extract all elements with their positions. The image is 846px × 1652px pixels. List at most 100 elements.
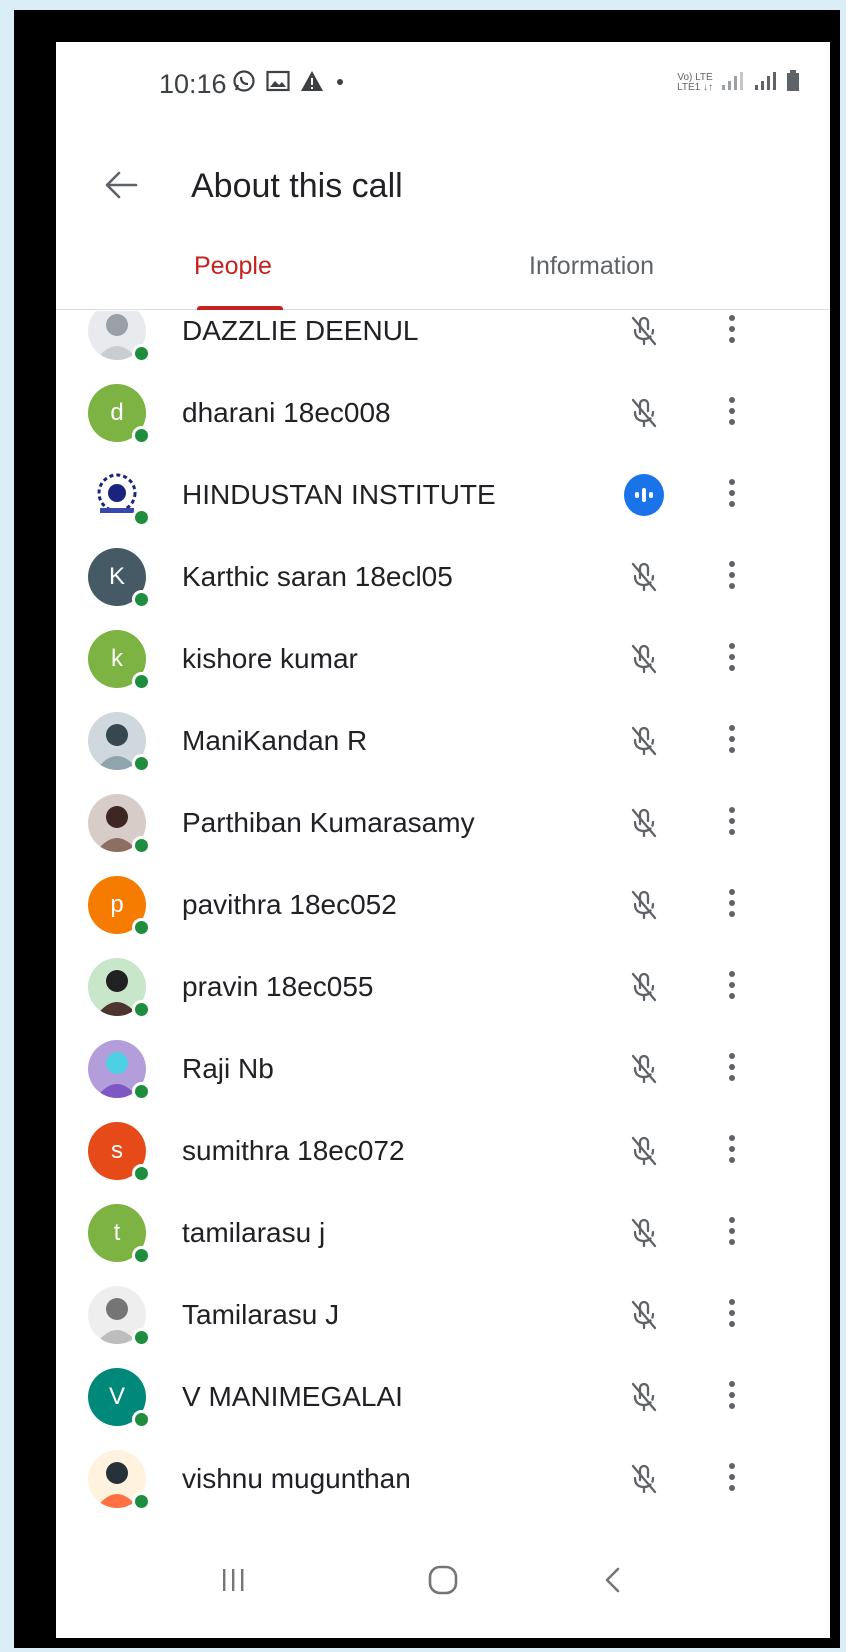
- back-icon: [605, 1567, 620, 1593]
- participant-row[interactable]: V V MANIMEGALAI: [56, 1357, 830, 1439]
- participant-name: ManiKandan R: [182, 725, 368, 756]
- mic-off-icon[interactable]: [624, 721, 664, 761]
- participant-row[interactable]: k kishore kumar: [56, 619, 830, 701]
- more-options-button[interactable]: [712, 1375, 752, 1419]
- more-vert-icon: [728, 1380, 736, 1415]
- status-system-icons: Vo) LTE LTE1 ↓↑: [677, 68, 800, 98]
- more-options-button[interactable]: [712, 311, 752, 353]
- participant-row[interactable]: HINDUSTAN INSTITUTE: [56, 455, 830, 537]
- mic-off-icon[interactable]: [624, 639, 664, 679]
- avatar-initial: t: [113, 1219, 121, 1246]
- battery-icon: [786, 69, 800, 97]
- avatar: [88, 794, 151, 855]
- more-options-button[interactable]: [712, 1129, 752, 1173]
- more-vert-icon: [728, 1462, 736, 1497]
- participant-name: pavithra 18ec052: [182, 889, 397, 920]
- more-vert-icon: [728, 642, 736, 677]
- participant-row[interactable]: pravin 18ec055: [56, 947, 830, 1029]
- back-button[interactable]: [96, 160, 146, 210]
- presence-indicator: [132, 918, 151, 937]
- avatar: k: [88, 630, 151, 691]
- mic-off-icon[interactable]: [624, 1049, 664, 1089]
- presence-indicator: [132, 1328, 151, 1347]
- avatar-initial: d: [110, 399, 124, 426]
- participant-row[interactable]: t tamilarasu j: [56, 1193, 830, 1275]
- device-frame: 10:16 Vo) LTE LTE1 ↓↑ About this call Pe…: [14, 10, 840, 1648]
- avatar: [88, 712, 151, 773]
- presence-indicator: [132, 1410, 151, 1429]
- avatar: [88, 311, 151, 363]
- participant-name: tamilarasu j: [182, 1217, 326, 1248]
- mic-off-icon[interactable]: [624, 1131, 664, 1171]
- active-tab-indicator: [197, 306, 283, 310]
- participant-row[interactable]: Tamilarasu J: [56, 1275, 830, 1357]
- more-options-button[interactable]: [712, 1047, 752, 1091]
- mic-off-icon[interactable]: [624, 1295, 664, 1335]
- presence-indicator: [132, 672, 151, 691]
- more-vert-icon: [728, 560, 736, 595]
- system-back-button[interactable]: [583, 1550, 643, 1610]
- mic-off-icon[interactable]: [624, 311, 664, 351]
- avatar: [88, 1286, 151, 1347]
- participant-row[interactable]: s sumithra 18ec072: [56, 1111, 830, 1193]
- more-options-button[interactable]: [712, 965, 752, 1009]
- home-button[interactable]: [413, 1550, 473, 1610]
- presence-indicator: [132, 1246, 151, 1265]
- avatar-initial: K: [108, 563, 125, 590]
- more-options-button[interactable]: [712, 473, 752, 517]
- more-vert-icon: [728, 314, 736, 349]
- participant-row[interactable]: p pavithra 18ec052: [56, 865, 830, 947]
- tab-information[interactable]: Information: [529, 252, 654, 281]
- participant-row[interactable]: d dharani 18ec008: [56, 373, 830, 455]
- participant-name: Parthiban Kumarasamy: [182, 807, 475, 838]
- more-options-button[interactable]: [712, 1211, 752, 1255]
- more-options-button[interactable]: [712, 801, 752, 845]
- mic-off-icon[interactable]: [624, 557, 664, 597]
- recents-button[interactable]: [203, 1550, 263, 1610]
- page-title: About this call: [191, 167, 403, 205]
- mic-off-icon[interactable]: [624, 393, 664, 433]
- tab-people[interactable]: People: [194, 252, 272, 281]
- more-options-button[interactable]: [712, 391, 752, 435]
- participant-name: DAZZLIE DEENUL: [182, 315, 419, 346]
- mic-off-icon[interactable]: [624, 1377, 664, 1417]
- more-options-button[interactable]: [712, 719, 752, 763]
- mic-off-icon[interactable]: [624, 1459, 664, 1499]
- status-bar: 10:16 Vo) LTE LTE1 ↓↑: [56, 42, 830, 122]
- mic-off-icon[interactable]: [624, 885, 664, 925]
- more-vert-icon: [728, 478, 736, 513]
- more-vert-icon: [728, 1134, 736, 1169]
- participant-row[interactable]: Raji Nb: [56, 1029, 830, 1111]
- presence-indicator: [132, 426, 151, 445]
- speaking-indicator-icon[interactable]: [624, 474, 664, 516]
- more-options-button[interactable]: [712, 637, 752, 681]
- avatar-initial: V: [108, 1383, 125, 1410]
- more-options-button[interactable]: [712, 883, 752, 927]
- home-icon: [428, 1565, 458, 1595]
- avatar: t: [88, 1204, 151, 1265]
- participant-row[interactable]: ManiKandan R: [56, 701, 830, 783]
- more-vert-icon: [728, 724, 736, 759]
- participant-row[interactable]: vishnu mugunthan: [56, 1439, 830, 1521]
- signal-icon: [720, 71, 746, 96]
- more-vert-icon: [728, 970, 736, 1005]
- more-vert-icon: [728, 1216, 736, 1251]
- recents-icon: [223, 1569, 244, 1591]
- participant-row[interactable]: K Karthic saran 18ecl05: [56, 537, 830, 619]
- more-options-button[interactable]: [712, 555, 752, 599]
- avatar: p: [88, 876, 151, 937]
- presence-indicator: [132, 590, 151, 609]
- arrow-left-icon: [105, 171, 138, 199]
- presence-indicator: [132, 344, 151, 363]
- participant-row[interactable]: Parthiban Kumarasamy: [56, 783, 830, 865]
- avatar: [88, 466, 151, 527]
- mic-off-icon[interactable]: [624, 803, 664, 843]
- avatar: [88, 1040, 151, 1101]
- network-label-bottom: LTE1 ↓↑: [677, 82, 713, 93]
- participant-row[interactable]: DAZZLIE DEENUL: [56, 311, 830, 373]
- more-options-button[interactable]: [712, 1457, 752, 1501]
- mic-off-icon[interactable]: [624, 1213, 664, 1253]
- presence-indicator: [132, 508, 151, 527]
- mic-off-icon[interactable]: [624, 967, 664, 1007]
- more-options-button[interactable]: [712, 1293, 752, 1337]
